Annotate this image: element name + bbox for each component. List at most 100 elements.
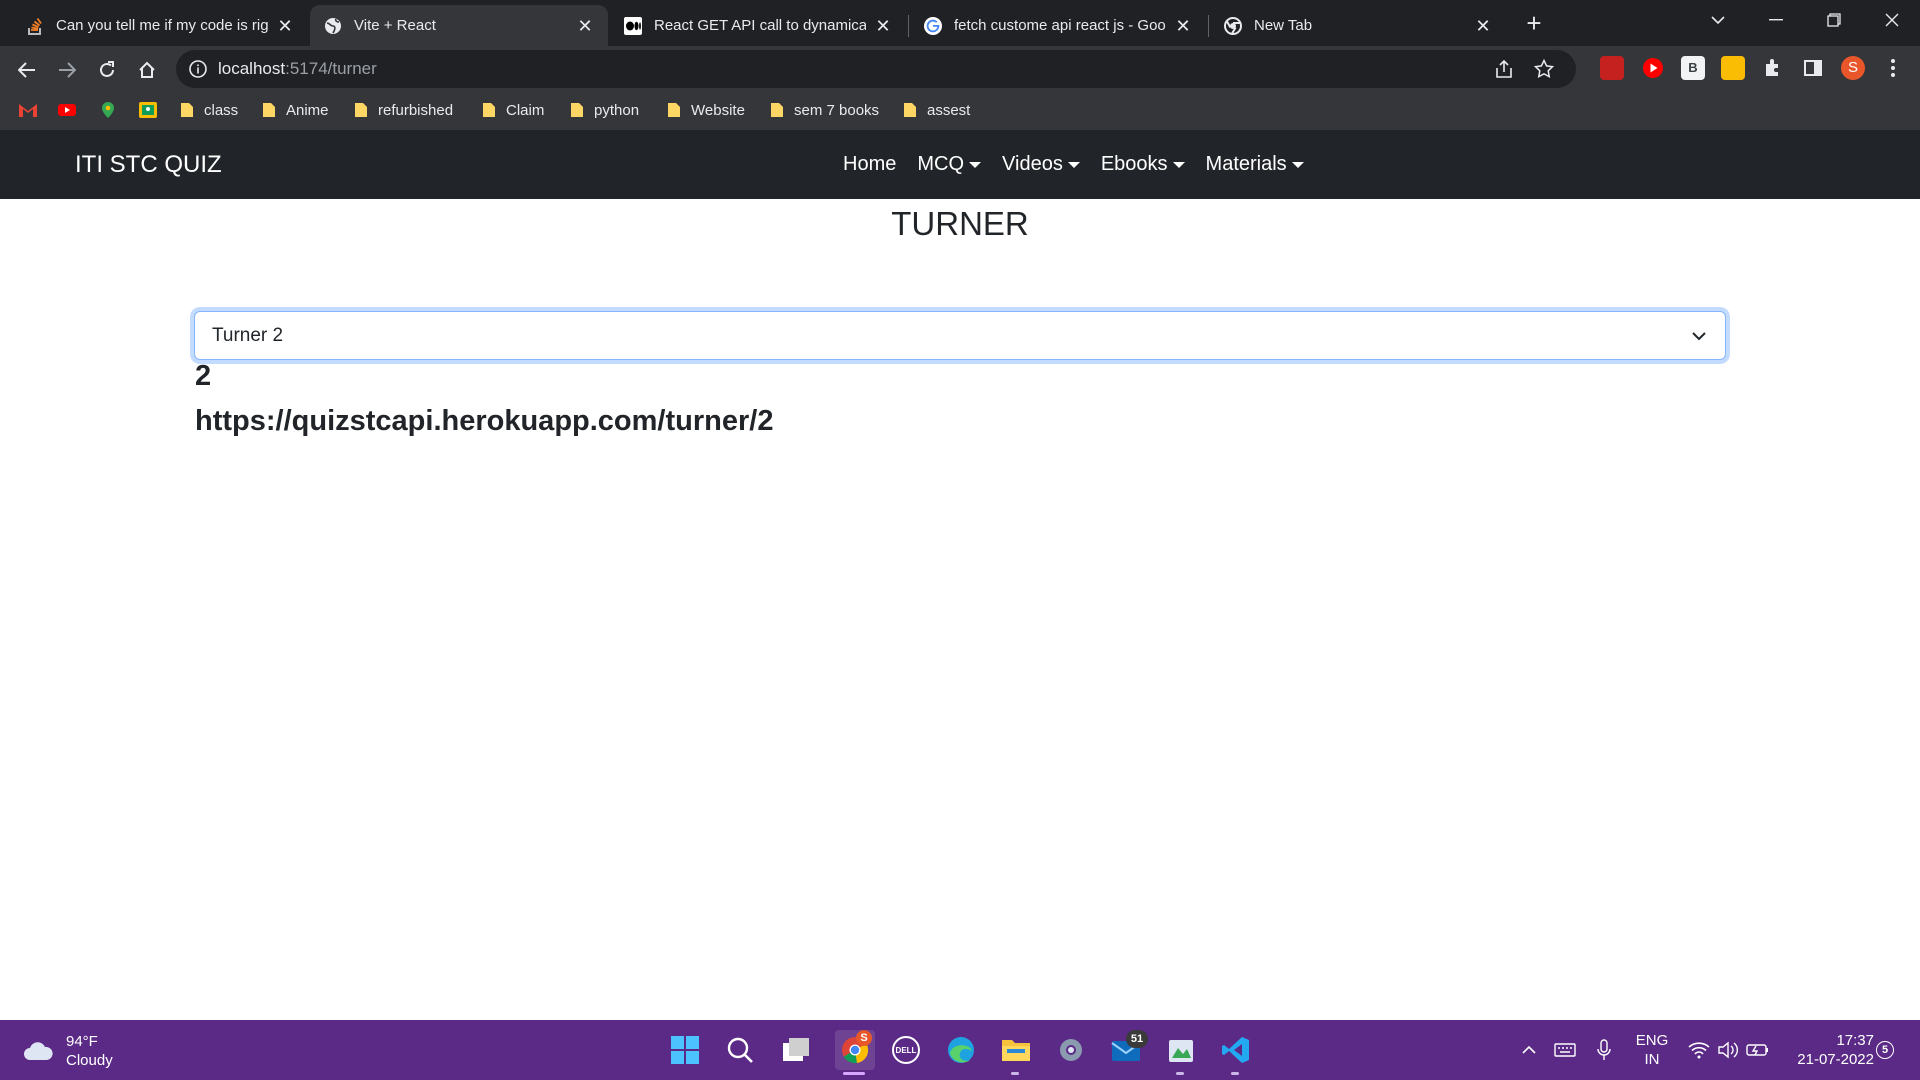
info-icon[interactable] xyxy=(188,59,208,79)
chevron-down-icon xyxy=(1711,16,1725,25)
taskbar-file-explorer[interactable] xyxy=(1000,1034,1032,1066)
bookmark-folder[interactable]: class xyxy=(180,92,238,128)
stackoverflow-icon xyxy=(26,17,44,35)
nav-materials-dropdown[interactable]: Materials xyxy=(1206,153,1304,176)
tray-overflow-button[interactable] xyxy=(1517,1038,1541,1062)
back-button[interactable] xyxy=(11,54,43,86)
star-icon[interactable] xyxy=(1534,59,1554,79)
task-view-button[interactable] xyxy=(780,1034,812,1066)
close-icon[interactable]: ✕ xyxy=(1474,17,1492,35)
nav-videos-dropdown[interactable]: Videos xyxy=(1002,153,1080,176)
nav-label: Home xyxy=(843,153,897,175)
taskbar-app[interactable] xyxy=(1165,1034,1197,1066)
close-window-button[interactable] xyxy=(1864,0,1920,40)
new-tab-button[interactable]: + xyxy=(1519,8,1549,38)
nav-mcq-dropdown[interactable]: MCQ xyxy=(917,153,982,176)
address-bar[interactable]: localhost:5174/turner xyxy=(176,50,1576,88)
clock[interactable]: 17:37 21-07-2022 xyxy=(1786,1031,1874,1069)
globe-icon xyxy=(324,17,342,35)
search-button[interactable] xyxy=(724,1034,756,1066)
home-button[interactable] xyxy=(131,54,163,86)
extension-sound-icon[interactable] xyxy=(1721,56,1745,80)
youtube-icon[interactable] xyxy=(57,101,77,119)
weather-condition: Cloudy xyxy=(66,1052,113,1069)
battery-button[interactable] xyxy=(1746,1038,1770,1062)
taskbar-settings[interactable] xyxy=(1055,1034,1087,1066)
url-text[interactable]: localhost:5174/turner xyxy=(218,50,377,88)
bookmark-label: assest xyxy=(927,101,971,119)
close-icon[interactable]: ✕ xyxy=(576,17,594,35)
share-icon[interactable] xyxy=(1494,59,1514,79)
bookmark-folder[interactable]: Claim xyxy=(482,92,544,128)
side-panel-icon[interactable] xyxy=(1801,56,1825,80)
weather-widget[interactable]: 94°F Cloudy xyxy=(22,1032,113,1070)
browser-tab[interactable]: Can you tell me if my code is right ✕ xyxy=(12,5,308,46)
chevron-down-icon xyxy=(1692,332,1706,341)
url-path: :5174/turner xyxy=(285,59,377,78)
bookmark-folder[interactable]: sem 7 books xyxy=(770,92,879,128)
caret-down-icon xyxy=(969,161,982,168)
bookmark-label: class xyxy=(204,101,239,119)
start-button[interactable] xyxy=(669,1034,701,1066)
close-icon[interactable]: ✕ xyxy=(1174,17,1192,35)
wifi-button[interactable] xyxy=(1687,1038,1711,1062)
bookmark-label: sem 7 books xyxy=(794,101,880,119)
reload-button[interactable] xyxy=(91,54,123,86)
bookmark-folder[interactable]: refurbished xyxy=(354,92,453,128)
classroom-icon[interactable] xyxy=(138,101,158,119)
volume-button[interactable] xyxy=(1716,1038,1740,1062)
google-icon xyxy=(924,16,942,35)
notification-badge[interactable]: 5 xyxy=(1876,1041,1894,1059)
folder-icon xyxy=(355,103,367,117)
bookmark-folder[interactable]: python xyxy=(570,92,639,128)
taskbar-dell[interactable]: DELL xyxy=(890,1034,922,1066)
edge-icon xyxy=(948,1037,974,1063)
language-line1: ENG xyxy=(1635,1032,1669,1049)
tab-search-button[interactable] xyxy=(1690,0,1746,40)
tab-divider xyxy=(1208,15,1209,37)
bookmark-folder[interactable]: Website xyxy=(667,92,745,128)
close-icon[interactable]: ✕ xyxy=(874,17,892,35)
wifi-icon xyxy=(1688,1042,1710,1059)
result-id: 2 xyxy=(195,360,212,392)
gmail-icon[interactable] xyxy=(18,101,38,119)
restore-icon xyxy=(1827,13,1841,27)
keyboard-button[interactable] xyxy=(1553,1038,1577,1062)
microphone-icon xyxy=(1597,1039,1611,1060)
extension-b-icon[interactable]: B xyxy=(1681,56,1705,80)
microphone-button[interactable] xyxy=(1592,1038,1616,1062)
close-icon[interactable]: ✕ xyxy=(276,17,294,35)
bookmark-folder[interactable]: Anime xyxy=(262,92,329,128)
bookmark-folder[interactable]: assest xyxy=(903,92,970,128)
caret-down-icon xyxy=(1291,161,1304,168)
dell-icon: DELL xyxy=(892,1036,920,1064)
minimize-button[interactable] xyxy=(1748,0,1804,40)
turner-select[interactable]: Turner 2 xyxy=(194,311,1726,360)
youtube-extension-icon[interactable] xyxy=(1641,56,1665,80)
browser-tab-strip: Can you tell me if my code is right ✕ Vi… xyxy=(0,0,1920,46)
taskbar-vscode[interactable] xyxy=(1220,1034,1252,1066)
extension-pen-icon[interactable] xyxy=(1600,56,1624,80)
taskbar-edge[interactable] xyxy=(945,1034,977,1066)
language-indicator[interactable]: ENG IN xyxy=(1630,1031,1674,1069)
tab-divider xyxy=(908,15,909,37)
nav-home-link[interactable]: Home xyxy=(843,153,896,176)
browser-tab[interactable]: fetch custome api react js - Goog ✕ xyxy=(910,5,1206,46)
browser-tab-active[interactable]: Vite + React ✕ xyxy=(310,5,608,46)
puzzle-icon[interactable] xyxy=(1761,56,1785,80)
profile-avatar[interactable]: S xyxy=(1841,56,1865,80)
arrow-right-icon xyxy=(59,62,76,78)
maps-icon[interactable] xyxy=(98,101,118,119)
forward-button[interactable] xyxy=(51,54,83,86)
arrow-left-icon xyxy=(18,62,35,78)
restore-button[interactable] xyxy=(1806,0,1862,40)
nav-ebooks-dropdown[interactable]: Ebooks xyxy=(1101,153,1185,176)
brand-link[interactable]: ITI STC QUIZ xyxy=(75,130,222,199)
search-icon xyxy=(727,1037,753,1063)
tab-title: Vite + React xyxy=(354,17,436,34)
browser-tab[interactable]: New Tab ✕ xyxy=(1210,5,1506,46)
folder-icon xyxy=(263,103,275,117)
kebab-menu-icon[interactable] xyxy=(1881,56,1905,80)
battery-icon xyxy=(1746,1044,1768,1056)
browser-tab[interactable]: React GET API call to dynamically ✕ xyxy=(610,5,906,46)
